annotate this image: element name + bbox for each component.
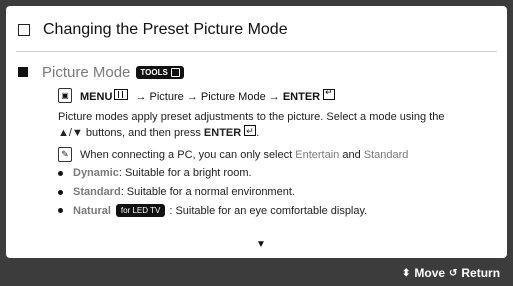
- bullet-icon: [58, 189, 63, 195]
- section-title: Picture Mode: [42, 63, 131, 81]
- return-label: Return: [461, 266, 501, 280]
- mode-name: Natural: [73, 204, 111, 217]
- move-hint[interactable]: ⬍ Move: [402, 266, 445, 280]
- mode-name: Standard: [73, 186, 121, 198]
- enter-label: ENTER: [203, 127, 242, 139]
- tools-badge: TOOLS: [136, 65, 184, 79]
- footer-bar: ⬍ Move ↺ Return: [0, 258, 513, 286]
- tools-icon: [170, 67, 180, 77]
- description-line-1: Picture modes apply preset adjustments t…: [58, 111, 445, 123]
- menu-icon: [114, 88, 129, 100]
- mode-description: : Suitable for a bright room.: [118, 167, 252, 179]
- mode-description: : Suitable for a normal environment.: [120, 186, 295, 198]
- description-line-2: ▲/▼ buttons, and then press ENTER.: [58, 123, 503, 141]
- pc-note: ✎ When connecting a PC, you can only sel…: [58, 147, 408, 162]
- arrow-icon: →: [268, 90, 280, 103]
- pencil-icon: ✎: [58, 147, 72, 162]
- entertain-mode: Entertain: [295, 148, 340, 161]
- up-down-icon: ⬍: [402, 267, 411, 279]
- tools-label: TOOLS: [140, 67, 168, 77]
- standard-mode: Standard: [363, 148, 409, 161]
- bullet-icon: [58, 208, 63, 213]
- mode-description: : Suitable for an eye comfortable displa…: [169, 204, 368, 217]
- list-item: Standard : Suitable for a normal environ…: [58, 186, 295, 198]
- checkbox-icon: [18, 24, 30, 36]
- bullet-icon: [58, 170, 63, 176]
- remote-icon: ▣: [58, 88, 72, 103]
- arrow-icon: →: [186, 90, 198, 103]
- section-header: Picture Mode TOOLS: [18, 62, 184, 82]
- enter-icon: [323, 87, 336, 100]
- enter-label: ENTER: [282, 90, 321, 103]
- down-arrow-icon[interactable]: ▼: [256, 239, 266, 250]
- arrow-icon: →: [135, 90, 147, 103]
- menu-path-item: Picture Mode: [200, 90, 266, 103]
- menu-path: ▣ MENU → Picture → Picture Mode → ENTER: [58, 87, 336, 103]
- section-bullet-icon: [18, 67, 28, 77]
- move-label: Move: [414, 266, 446, 280]
- note-and: and: [342, 148, 361, 161]
- tv-screen: Changing the Preset Picture Mode Picture…: [0, 0, 513, 286]
- page-title: Changing the Preset Picture Mode: [43, 21, 288, 38]
- description: Picture modes apply preset adjustments t…: [58, 109, 503, 141]
- menu-path-item: Picture: [149, 90, 184, 103]
- title-divider: [16, 51, 497, 52]
- title-row: Changing the Preset Picture Mode: [18, 15, 288, 45]
- list-item: Natural for LED TV : Suitable for an eye…: [58, 204, 367, 217]
- description-text: ▲/▼ buttons, and then press: [58, 127, 201, 139]
- mode-name: Dynamic: [73, 167, 119, 179]
- led-tv-badge: for LED TV: [115, 204, 166, 217]
- return-icon: ↺: [449, 267, 458, 279]
- list-item: Dynamic : Suitable for a bright room.: [58, 167, 252, 179]
- enter-icon: [244, 123, 257, 139]
- return-button[interactable]: ↺ Return: [449, 266, 500, 280]
- menu-label: MENU: [80, 90, 113, 103]
- note-text: When connecting a PC, you can only selec…: [80, 148, 293, 161]
- manual-panel: Changing the Preset Picture Mode Picture…: [6, 6, 507, 258]
- menu-path-text: MENU → Picture → Picture Mode → ENTER: [80, 87, 336, 103]
